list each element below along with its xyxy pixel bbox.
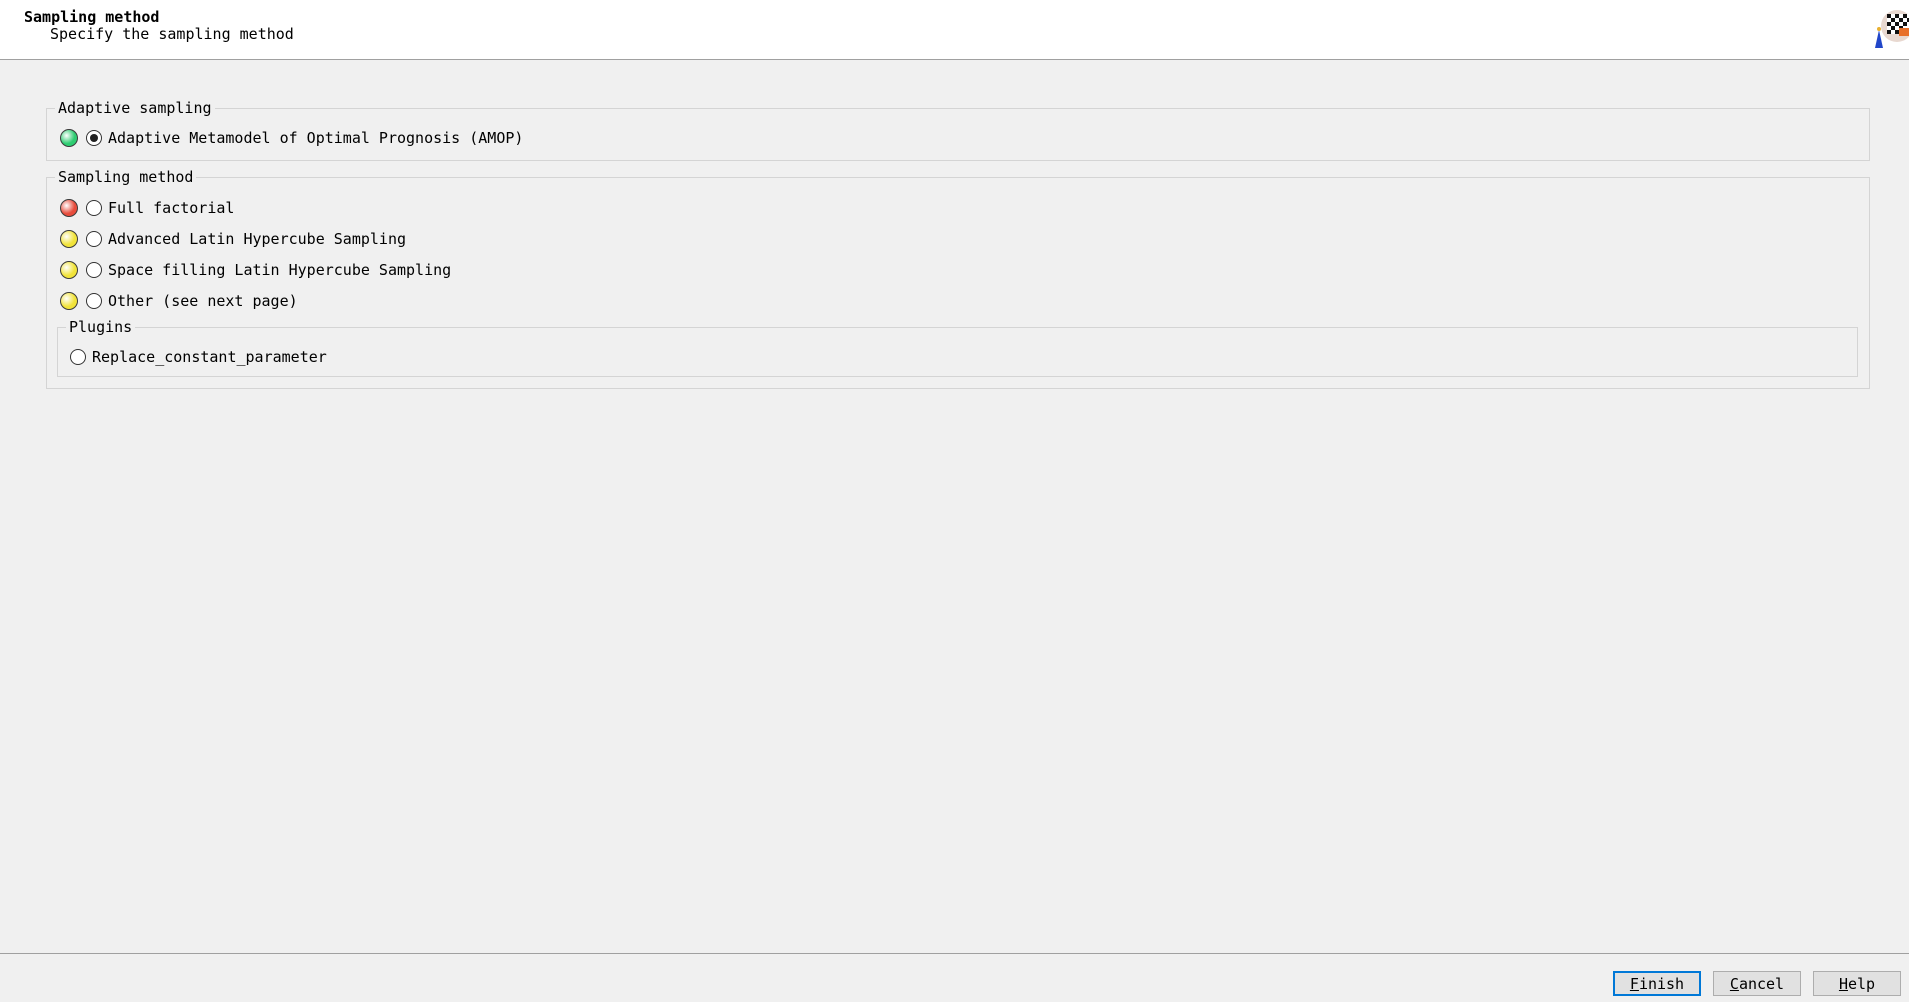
radio-button[interactable] (86, 293, 102, 309)
radio-button[interactable] (86, 231, 102, 247)
wizard-checkered-flag-icon (1863, 6, 1909, 52)
page-title: Sampling method (24, 8, 160, 26)
option-label: Other (see next page) (108, 292, 298, 310)
option-label: Full factorial (108, 199, 235, 217)
option-other[interactable]: Other (see next page) (60, 289, 298, 313)
radio-button[interactable] (86, 262, 102, 278)
help-button[interactable]: Help (1813, 971, 1901, 996)
plugins-group: Plugins (57, 318, 1858, 377)
option-space-filling-lhs[interactable]: Space filling Latin Hypercube Sampling (60, 258, 451, 282)
radio-button[interactable] (86, 130, 102, 146)
option-full-factorial[interactable]: Full factorial (60, 196, 234, 220)
wizard-header: Sampling method Specify the sampling met… (0, 0, 1909, 60)
radio-selected-indicator (90, 134, 98, 142)
status-yellow-icon (60, 230, 78, 248)
button-bar: Finish Cancel Help (0, 953, 1909, 1002)
status-red-icon (60, 199, 78, 217)
option-label: Advanced Latin Hypercube Sampling (108, 230, 407, 248)
help-button-label: Help (1838, 974, 1876, 993)
option-label: Replace_constant_parameter (92, 348, 327, 366)
status-yellow-icon (60, 292, 78, 310)
status-green-icon (60, 129, 78, 147)
group-title: Adaptive sampling (58, 99, 212, 117)
finish-button-label: Finish (1629, 974, 1685, 993)
option-amop[interactable]: Adaptive Metamodel of Optimal Prognosis … (60, 126, 523, 150)
cancel-button[interactable]: Cancel (1713, 971, 1801, 996)
cancel-button-label: Cancel (1729, 974, 1785, 993)
option-label: Space filling Latin Hypercube Sampling (108, 261, 452, 279)
option-label: Adaptive Metamodel of Optimal Prognosis … (108, 129, 524, 147)
option-replace-constant-parameter[interactable]: Replace_constant_parameter (70, 345, 327, 369)
option-advanced-lhs[interactable]: Advanced Latin Hypercube Sampling (60, 227, 406, 251)
group-title: Plugins (69, 318, 133, 336)
radio-button[interactable] (86, 200, 102, 216)
radio-button[interactable] (70, 349, 86, 365)
group-title: Sampling method (58, 168, 194, 186)
finish-button[interactable]: Finish (1613, 971, 1701, 996)
status-yellow-icon (60, 261, 78, 279)
page-subtitle: Specify the sampling method (50, 25, 294, 43)
